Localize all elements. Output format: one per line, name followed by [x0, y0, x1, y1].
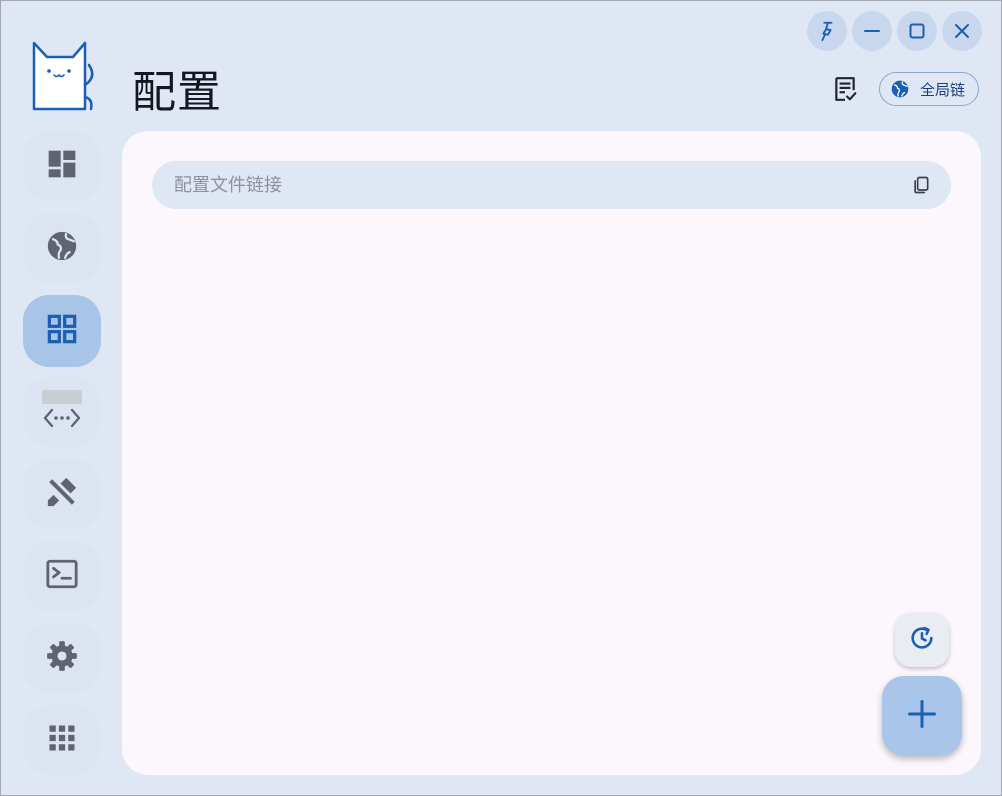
profile-url-bar: [152, 161, 951, 209]
globe-icon: [890, 79, 910, 99]
page-title: 配置: [132, 67, 222, 118]
sidebar-item-logs[interactable]: [23, 541, 101, 611]
plus-icon: [907, 699, 937, 733]
checklist-icon: [832, 76, 858, 106]
settings-icon: [45, 639, 79, 677]
add-profile-button[interactable]: [882, 676, 962, 756]
connections-icon: [40, 388, 84, 436]
minimize-icon: [863, 22, 881, 40]
cat-logo-icon: [27, 37, 97, 115]
apps-icon: [47, 723, 77, 757]
sidebar-item-tools[interactable]: [23, 459, 101, 529]
sidebar-item-dashboard[interactable]: [23, 131, 101, 201]
close-button[interactable]: [942, 11, 982, 51]
sidebar-item-settings[interactable]: [23, 623, 101, 693]
pin-icon: [816, 20, 838, 42]
profile-url-input[interactable]: [172, 173, 911, 197]
sidebar-item-proxies[interactable]: [23, 213, 101, 283]
app-window: 配置 全局链 配置文件链接: [0, 0, 1002, 796]
paste-icon[interactable]: [911, 175, 931, 195]
close-icon: [953, 22, 971, 40]
refresh-clock-icon: [908, 624, 936, 656]
minimize-button[interactable]: [852, 11, 892, 51]
grid-icon: [46, 313, 78, 349]
proxy-mode-chip[interactable]: 全局链: [879, 72, 979, 106]
profile-notes-button[interactable]: [827, 73, 863, 109]
maximize-icon: [908, 22, 926, 40]
terminal-icon: [45, 557, 79, 595]
update-profiles-button[interactable]: [895, 613, 949, 667]
sidebar-item-more[interactable]: [23, 705, 101, 775]
maximize-button[interactable]: [897, 11, 937, 51]
pin-button[interactable]: [807, 11, 847, 51]
profiles-panel: [122, 131, 981, 775]
globe-icon: [45, 229, 79, 267]
sidebar-item-profiles[interactable]: [23, 295, 101, 367]
tools-icon: [45, 475, 79, 513]
proxy-mode-label: 全局链: [920, 80, 966, 99]
sidebar-item-connections[interactable]: [23, 377, 101, 447]
dashboard-icon: [46, 148, 78, 184]
